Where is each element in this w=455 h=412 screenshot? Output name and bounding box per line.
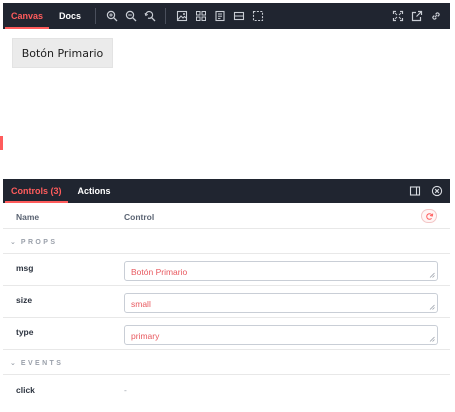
toolbar-divider [165,8,167,24]
column-header-name: Name [16,212,40,222]
field-value: Botón Primario [131,267,188,277]
panel-resize-handle[interactable] [0,136,3,150]
viewport-icon[interactable] [250,8,266,24]
section-events[interactable]: ⌄ EVENTS [3,350,450,375]
sidebar-toggle-icon[interactable] [407,183,423,199]
table-row: click - [3,375,450,405]
fullscreen-icon[interactable] [390,8,406,24]
section-props[interactable]: ⌄ PROPS [3,229,450,254]
event-name: click [16,385,35,395]
top-toolbar: Canvas Docs [3,3,450,29]
preview-canvas: Botón Primario [3,29,450,179]
table-row: type primary [3,318,450,350]
grid-icon[interactable] [193,8,209,24]
reset-icon [425,212,433,220]
measure-icon[interactable] [212,8,228,24]
resize-grip-icon[interactable] [429,304,435,310]
primary-button[interactable]: Botón Primario [12,38,113,68]
toolbar-divider [95,8,97,24]
copy-link-icon[interactable] [428,8,444,24]
zoom-out-icon[interactable] [123,8,139,24]
section-label: EVENTS [20,359,64,367]
prop-name: msg [16,263,34,273]
table-header: Name Control [3,203,450,229]
resize-grip-icon[interactable] [429,336,435,342]
tab-controls[interactable]: Controls (3) [3,179,70,203]
prop-name: type [16,327,34,337]
tab-docs[interactable]: Docs [51,3,89,29]
table-row: msg Botón Primario [3,254,450,286]
tab-actions[interactable]: Actions [70,179,119,203]
open-new-tab-icon[interactable] [409,8,425,24]
addons-panel-bar: Controls (3) Actions [3,179,450,203]
chevron-down-icon: ⌄ [10,239,16,246]
type-field[interactable]: primary [124,325,438,345]
background-icon[interactable] [174,8,190,24]
size-field[interactable]: small [124,293,438,313]
prop-name: size [16,295,33,305]
reset-controls-button[interactable] [421,209,437,223]
zoom-reset-icon[interactable] [142,8,158,24]
column-header-control: Control [124,212,155,222]
storybook-frame: Canvas Docs Botón Primario Controls (3) … [0,0,455,412]
msg-field[interactable]: Botón Primario [124,261,438,281]
field-value: small [131,299,151,309]
outline-icon[interactable] [231,8,247,24]
controls-table: Name Control ⌄ PROPS msg Botón Primario s… [3,203,450,405]
section-label: PROPS [20,238,58,246]
table-row: size small [3,286,450,318]
close-icon[interactable] [429,183,445,199]
resize-grip-icon[interactable] [429,272,435,278]
chevron-down-icon: ⌄ [10,360,16,367]
zoom-in-icon[interactable] [104,8,120,24]
tab-canvas[interactable]: Canvas [3,3,51,29]
event-value: - [124,385,127,395]
field-value: primary [131,331,160,341]
